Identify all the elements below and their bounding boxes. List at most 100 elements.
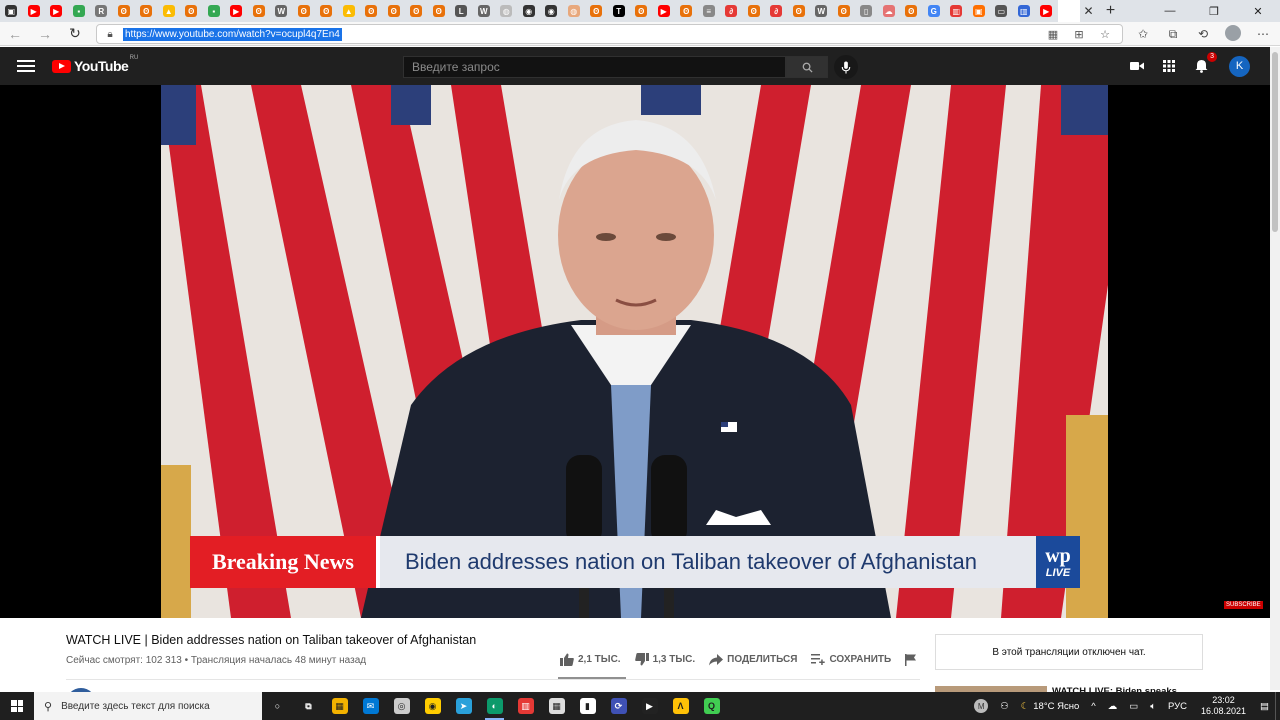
- browser-tab[interactable]: ▪: [203, 0, 226, 22]
- browser-tab[interactable]: ʘ: [585, 0, 608, 22]
- browser-tab[interactable]: ʘ: [248, 0, 271, 22]
- qr-code-icon[interactable]: ▦: [1040, 28, 1066, 41]
- new-tab-button[interactable]: +: [1098, 0, 1124, 22]
- browser-tab[interactable]: ◉: [540, 0, 563, 22]
- forward-button[interactable]: →: [30, 22, 60, 46]
- volume-icon[interactable]: 🔈︎: [1144, 701, 1162, 712]
- like-button[interactable]: 2,1 ТЫС.: [560, 653, 621, 666]
- browser-tab[interactable]: ◉: [518, 0, 541, 22]
- browser-tab[interactable]: ▣: [968, 0, 991, 22]
- browser-tab[interactable]: ▭: [990, 0, 1013, 22]
- video-player[interactable]: Breaking News Biden addresses nation on …: [161, 85, 1108, 618]
- share-button[interactable]: ПОДЕЛИТЬСЯ: [709, 653, 797, 666]
- taskbar-app-itch[interactable]: ▮: [572, 692, 603, 720]
- browser-tab[interactable]: ʘ: [360, 0, 383, 22]
- browser-tab[interactable]: ☁: [878, 0, 901, 22]
- url-text[interactable]: https://www.youtube.com/watch?v=ocupl4q7…: [123, 27, 342, 41]
- taskbar-app-cortana[interactable]: ○: [262, 692, 293, 720]
- browser-tab[interactable]: ▶: [23, 0, 46, 22]
- taskbar-app-edge[interactable]: ◐: [479, 692, 510, 720]
- browser-tab[interactable]: T: [608, 0, 631, 22]
- favorite-star-icon[interactable]: ☆: [1092, 28, 1118, 41]
- active-tab[interactable]: [1057, 0, 1080, 22]
- browser-tab[interactable]: ʘ: [788, 0, 811, 22]
- browser-tab[interactable]: ∂: [765, 0, 788, 22]
- browser-tab[interactable]: ʘ: [405, 0, 428, 22]
- favorites-icon[interactable]: ✩: [1128, 27, 1158, 41]
- minimize-button[interactable]: —: [1148, 0, 1192, 22]
- browser-tab[interactable]: ▲: [338, 0, 361, 22]
- start-button[interactable]: [0, 692, 34, 720]
- browser-tab[interactable]: ʘ: [383, 0, 406, 22]
- browser-tab[interactable]: ʘ: [900, 0, 923, 22]
- browser-tab[interactable]: ◍: [495, 0, 518, 22]
- taskbar-app-arch-app[interactable]: Λ: [665, 692, 696, 720]
- restore-button[interactable]: ❐: [1192, 0, 1236, 22]
- chevron-up-icon[interactable]: ^: [1085, 701, 1101, 712]
- taskbar-app-steam[interactable]: ◎: [386, 692, 417, 720]
- browser-tab[interactable]: ʘ: [833, 0, 856, 22]
- scroll-thumb[interactable]: [1272, 52, 1278, 232]
- browser-tab[interactable]: ▲: [158, 0, 181, 22]
- browser-tab[interactable]: W: [810, 0, 833, 22]
- browser-tab[interactable]: ≡: [698, 0, 721, 22]
- taskbar-app-mail[interactable]: ✉: [355, 692, 386, 720]
- browser-tab[interactable]: ʘ: [135, 0, 158, 22]
- browser-tab[interactable]: W: [270, 0, 293, 22]
- browser-tab[interactable]: W: [473, 0, 496, 22]
- language-indicator[interactable]: РУС: [1162, 701, 1193, 712]
- notifications-bell-icon[interactable]: 3: [1191, 52, 1217, 76]
- back-button[interactable]: ←: [0, 22, 30, 46]
- browser-tab[interactable]: ʘ: [428, 0, 451, 22]
- clock[interactable]: 23:02 16.08.2021: [1193, 695, 1254, 717]
- menu-dots-icon[interactable]: ⋯: [1248, 27, 1278, 41]
- reload-button[interactable]: ↻: [60, 22, 90, 46]
- apps-grid-icon[interactable]: [1159, 56, 1179, 76]
- profile-icon[interactable]: [1218, 24, 1248, 44]
- weather-widget[interactable]: ☾ 18°C Ясно: [1015, 701, 1086, 712]
- browser-tab[interactable]: ʘ: [315, 0, 338, 22]
- people-icon[interactable]: ⚇: [994, 701, 1015, 712]
- browser-tab[interactable]: ▣: [0, 0, 23, 22]
- history-icon[interactable]: ⟲: [1188, 27, 1218, 41]
- save-button[interactable]: СОХРАНИТЬ: [811, 654, 891, 665]
- close-window-button[interactable]: ✕: [1236, 0, 1280, 22]
- browser-tab[interactable]: ʘ: [743, 0, 766, 22]
- youtube-logo[interactable]: YouTube RU: [52, 55, 138, 74]
- taskbar-app-stats[interactable]: ▥: [510, 692, 541, 720]
- app-install-icon[interactable]: ⊞: [1066, 28, 1092, 41]
- report-button[interactable]: [905, 653, 917, 666]
- taskbar-app-telegram[interactable]: ➤: [448, 692, 479, 720]
- taskbar-search[interactable]: ⚲ Введите здесь текст для поиска: [34, 692, 262, 720]
- browser-tab[interactable]: ◍: [563, 0, 586, 22]
- taskbar-app-task-view[interactable]: ⧉: [293, 692, 324, 720]
- taskbar-app-mixer[interactable]: ▦: [541, 692, 572, 720]
- search-input[interactable]: [403, 56, 786, 78]
- show-desktop-button[interactable]: [1275, 692, 1280, 720]
- create-video-icon[interactable]: [1127, 56, 1147, 76]
- account-tray-icon[interactable]: M: [968, 699, 994, 713]
- browser-tab[interactable]: ▯: [855, 0, 878, 22]
- notification-center-icon[interactable]: ▤: [1254, 701, 1275, 712]
- taskbar-app-qt-app[interactable]: Q: [696, 692, 727, 720]
- search-button[interactable]: [786, 56, 828, 78]
- page-scrollbar[interactable]: [1270, 47, 1280, 690]
- browser-tab[interactable]: R: [90, 0, 113, 22]
- browser-tab[interactable]: ▥: [1013, 0, 1036, 22]
- close-tab-icon[interactable]: ✕: [1080, 0, 1098, 22]
- browser-tab[interactable]: L: [450, 0, 473, 22]
- browser-tab[interactable]: ʘ: [630, 0, 653, 22]
- browser-tab[interactable]: ∂: [720, 0, 743, 22]
- taskbar-app-store[interactable]: ▦: [324, 692, 355, 720]
- browser-tab[interactable]: ▶: [653, 0, 676, 22]
- url-field[interactable]: 🔒︎ https://www.youtube.com/watch?v=ocupl…: [96, 24, 1123, 44]
- browser-tab[interactable]: ʘ: [113, 0, 136, 22]
- network-icon[interactable]: ▭: [1123, 701, 1144, 712]
- taskbar-app-terminal[interactable]: ▶: [634, 692, 665, 720]
- account-avatar[interactable]: K: [1229, 55, 1250, 77]
- browser-tab[interactable]: ▥: [945, 0, 968, 22]
- browser-tab[interactable]: ʘ: [675, 0, 698, 22]
- voice-search-button[interactable]: [834, 55, 858, 79]
- browser-tab[interactable]: ▶: [225, 0, 248, 22]
- browser-tab[interactable]: ʘ: [293, 0, 316, 22]
